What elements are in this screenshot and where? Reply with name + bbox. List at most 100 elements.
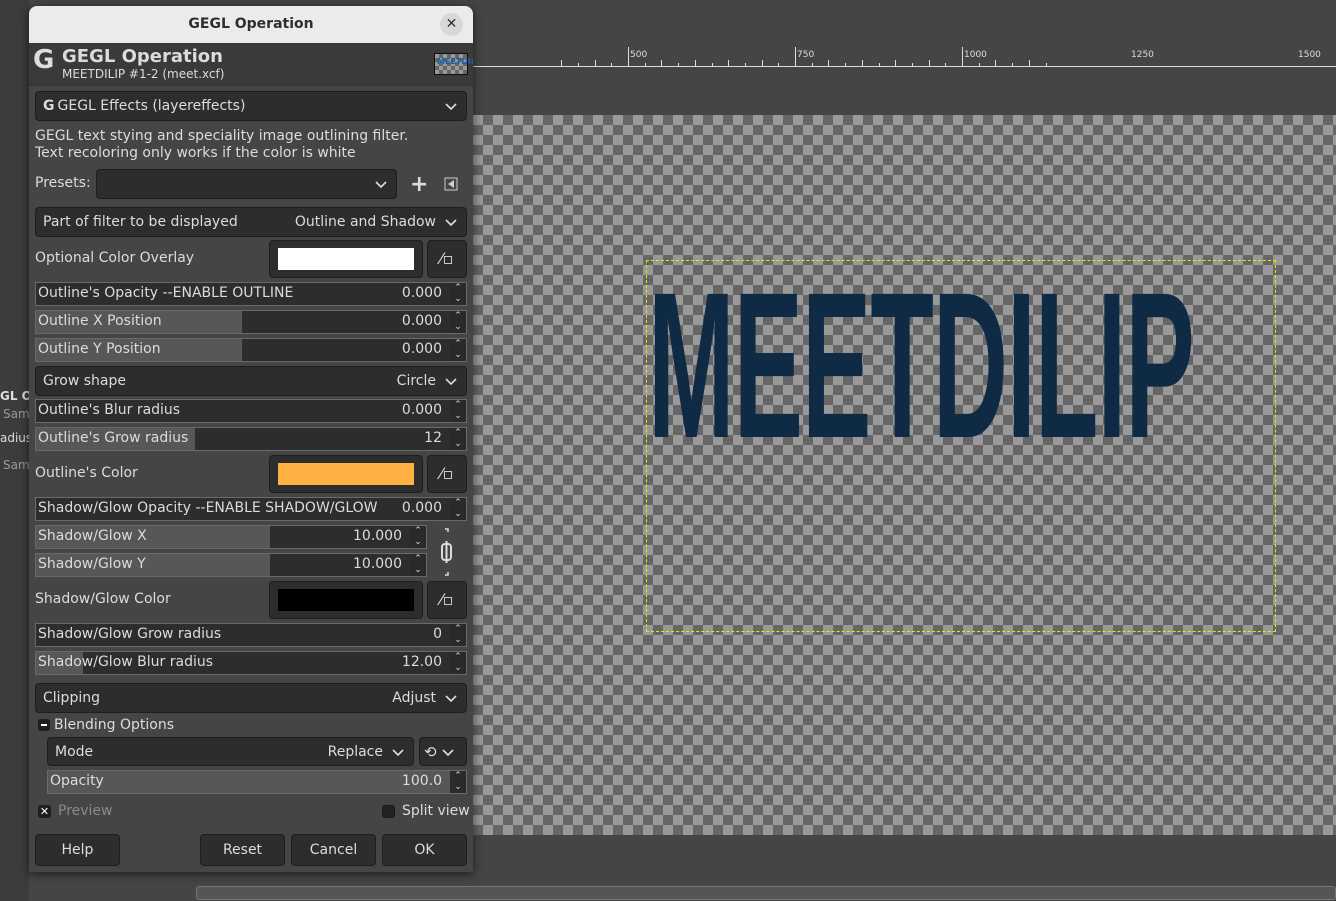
preset-menu-icon[interactable] bbox=[444, 177, 458, 191]
outline-blur-spin[interactable]: Outline's Blur radius 0.000 ⌃ ⌄ bbox=[35, 399, 467, 423]
gegl-icon: G bbox=[43, 98, 55, 114]
blending-options-label[interactable]: Blending Options bbox=[54, 717, 174, 733]
header-subtitle: MEETDILIP #1-2 (meet.xcf) bbox=[62, 67, 225, 81]
outline-x-spin[interactable]: Outline X Position 0.000 ⌃ ⌄ bbox=[35, 310, 467, 334]
horizontal-scrollbar[interactable] bbox=[196, 886, 1336, 900]
composite-mode-button[interactable]: ⟲ bbox=[419, 737, 467, 766]
ruler-tick bbox=[628, 47, 629, 66]
spin-arrows-icon[interactable]: ⌃ ⌄ bbox=[450, 624, 466, 646]
ruler-tick bbox=[711, 63, 713, 66]
chevron-down-icon bbox=[375, 181, 387, 189]
color-overlay-label: Optional Color Overlay bbox=[35, 250, 195, 266]
color-picker-button[interactable]: ⁄▫ bbox=[427, 455, 467, 493]
shadow-grow-spin[interactable]: Shadow/Glow Grow radius 0 ⌃ ⌄ bbox=[35, 623, 467, 647]
chevron-down-icon bbox=[392, 748, 404, 756]
panel-fragment: Sam bbox=[3, 407, 30, 421]
chevron-down-icon bbox=[445, 695, 457, 703]
ruler-label: 750 bbox=[797, 50, 815, 60]
outline-color-button[interactable] bbox=[269, 455, 423, 493]
clipping-combo[interactable]: Clipping Adjust bbox=[35, 683, 467, 713]
help-button[interactable]: Help bbox=[35, 834, 120, 866]
shadow-color-button[interactable] bbox=[269, 581, 423, 619]
ruler-tick bbox=[744, 63, 746, 66]
spin-arrows-icon[interactable]: ⌃ ⌄ bbox=[450, 283, 466, 305]
ruler-tick bbox=[911, 63, 913, 66]
grow-shape-combo[interactable]: Grow shape Circle bbox=[35, 366, 467, 396]
ruler-tick bbox=[1045, 63, 1047, 66]
outline-color-label: Outline's Color bbox=[35, 465, 138, 481]
ruler-tick bbox=[761, 60, 763, 66]
shadow-blur-spin[interactable]: Shadow/Glow Blur radius 12.00 ⌃ ⌄ bbox=[35, 651, 467, 675]
collapse-icon[interactable] bbox=[38, 719, 50, 731]
cancel-button[interactable]: Cancel bbox=[291, 834, 376, 866]
spin-arrows-icon[interactable]: ⌃ ⌄ bbox=[450, 652, 466, 674]
window-title: GEGL Operation bbox=[29, 6, 473, 43]
spin-arrows-icon[interactable]: ⌃ ⌄ bbox=[450, 771, 466, 793]
outline-grow-spin[interactable]: Outline's Grow radius 12 ⌃ ⌄ bbox=[35, 427, 467, 451]
horizontal-ruler[interactable]: 500 750 1000 1250 1500 bbox=[473, 47, 1336, 67]
chevron-down-icon bbox=[445, 378, 457, 386]
ruler-tick bbox=[945, 63, 947, 66]
operation-combo[interactable]: G GEGL Effects (layereffects) bbox=[35, 91, 467, 121]
chain-link-icon[interactable] bbox=[439, 527, 455, 577]
spin-arrows-icon[interactable]: ⌃ ⌄ bbox=[450, 339, 466, 361]
ruler-tick bbox=[845, 63, 847, 66]
ruler-tick bbox=[895, 60, 897, 66]
color-swatch bbox=[278, 589, 414, 611]
add-preset-button[interactable]: + bbox=[410, 172, 428, 197]
color-overlay-button[interactable] bbox=[269, 240, 423, 278]
ruler-label: 1000 bbox=[964, 50, 987, 60]
dialog-header: G GEGL Operation MEETDILIP #1-2 (meet.xc… bbox=[29, 43, 473, 86]
spin-arrows-icon[interactable]: ⌃ ⌄ bbox=[450, 428, 466, 450]
outline-opacity-spin[interactable]: Outline's Opacity --ENABLE OUTLINE 0.000 ⌃… bbox=[35, 282, 467, 306]
ok-button[interactable]: OK bbox=[382, 834, 467, 866]
presets-combo[interactable] bbox=[96, 169, 397, 199]
spin-arrows-icon[interactable]: ⌃ ⌄ bbox=[410, 554, 426, 576]
description-line-1: GEGL text stying and speciality image ou… bbox=[35, 128, 409, 144]
part-of-filter-combo[interactable]: Part of filter to be displayed Outline a… bbox=[35, 207, 467, 237]
shadow-x-spin[interactable]: Shadow/Glow X 10.000 ⌃ ⌄ bbox=[35, 525, 427, 549]
layer-text-art: MEETDILIP bbox=[648, 250, 1195, 482]
ruler-tick bbox=[561, 60, 563, 66]
spin-arrows-icon[interactable]: ⌃ ⌄ bbox=[450, 498, 466, 520]
ruler-tick bbox=[795, 47, 796, 66]
color-picker-button[interactable]: ⁄▫ bbox=[427, 581, 467, 619]
ruler-tick bbox=[694, 60, 696, 66]
gegl-operation-dialog: GEGL Operation ✕ G GEGL Operation MEETDI… bbox=[29, 6, 473, 872]
panel-fragment: Sam bbox=[3, 458, 30, 472]
ruler-tick bbox=[962, 47, 963, 66]
blend-opacity-spin[interactable]: Opacity 100.0 ⌃ ⌄ bbox=[47, 770, 467, 794]
spin-arrows-icon[interactable]: ⌃ ⌄ bbox=[450, 311, 466, 333]
reset-button[interactable]: Reset bbox=[200, 834, 285, 866]
color-picker-button[interactable]: ⁄▫ bbox=[427, 240, 467, 278]
shadow-y-spin[interactable]: Shadow/Glow Y 10.000 ⌃ ⌄ bbox=[35, 553, 427, 577]
ruler-tick bbox=[995, 60, 997, 66]
split-view-checkbox[interactable] bbox=[382, 805, 395, 818]
ruler-tick bbox=[661, 60, 663, 66]
header-title: GEGL Operation bbox=[62, 46, 223, 67]
eyedropper-icon: ⁄▫ bbox=[440, 590, 454, 609]
ruler-tick bbox=[828, 60, 830, 66]
preview-label: Preview bbox=[58, 803, 113, 819]
ruler-tick bbox=[1012, 63, 1014, 66]
ruler-label: 1250 bbox=[1131, 50, 1154, 60]
outline-y-spin[interactable]: Outline Y Position 0.000 ⌃ ⌄ bbox=[35, 338, 467, 362]
ruler-tick bbox=[778, 63, 780, 66]
eyedropper-icon: ⁄▫ bbox=[440, 464, 454, 483]
shadow-opacity-spin[interactable]: Shadow/Glow Opacity --ENABLE SHADOW/GLOW… bbox=[35, 497, 467, 521]
ruler-tick bbox=[577, 63, 579, 66]
ruler-label: 1500 bbox=[1298, 50, 1321, 60]
blend-mode-combo[interactable]: Mode Replace bbox=[47, 737, 414, 766]
chevron-down-icon bbox=[445, 219, 457, 227]
ruler-tick bbox=[811, 63, 813, 66]
close-button[interactable]: ✕ bbox=[440, 13, 463, 36]
ruler-tick bbox=[878, 63, 880, 66]
toolbox-strip: GL Op Sam adius Sam bbox=[0, 0, 40, 901]
ruler-tick bbox=[611, 63, 613, 66]
ruler-tick bbox=[644, 63, 646, 66]
color-swatch bbox=[278, 463, 414, 485]
ruler-tick bbox=[728, 60, 730, 66]
spin-arrows-icon[interactable]: ⌃ ⌄ bbox=[450, 400, 466, 422]
spin-arrows-icon[interactable]: ⌃ ⌄ bbox=[410, 526, 426, 548]
preview-checkbox[interactable]: ✕ bbox=[38, 805, 51, 818]
